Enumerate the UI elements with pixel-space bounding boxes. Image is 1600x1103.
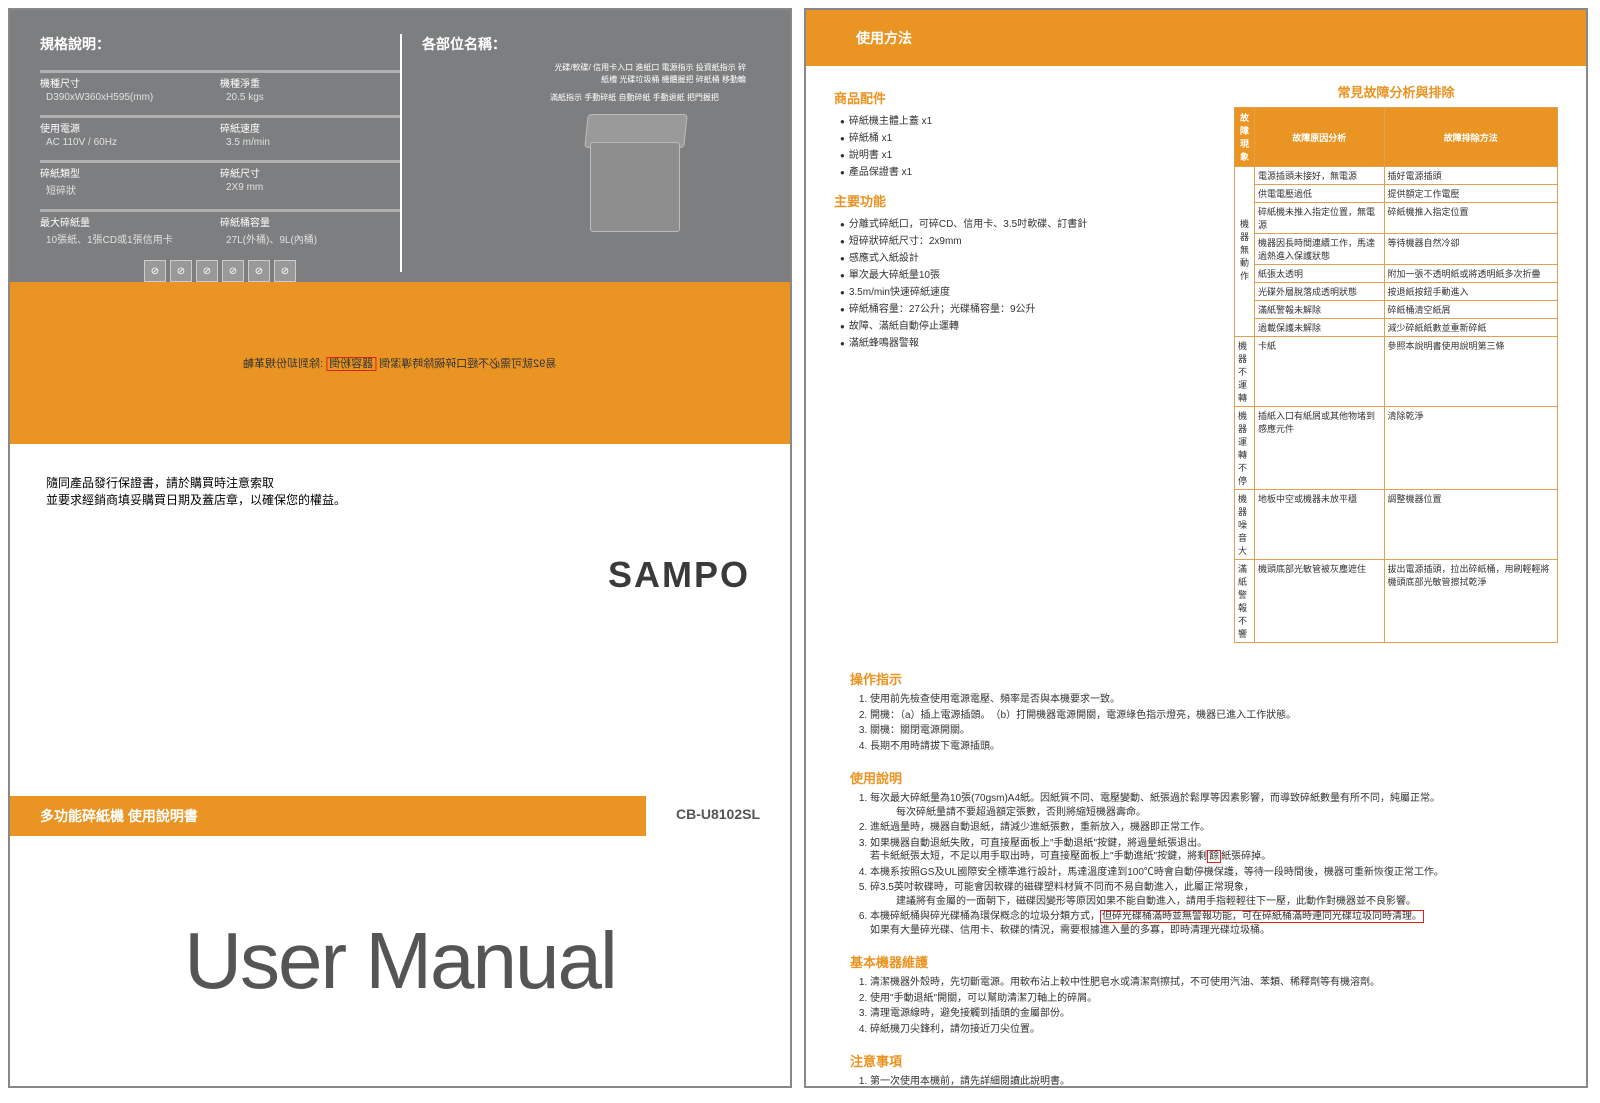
prohibit-icon: ⊘ [248,260,270,282]
cover-title-block: User Manual [10,836,790,1086]
usage-item: 每次最大碎紙量為10張(70gsm)A4紙。因紙質不同、電壓變動、紙張過於鬆厚等… [870,791,1558,820]
brand-logo: SAMPO [608,554,750,596]
model-number: CB-U8102SL [646,796,790,836]
list-item: 開機：（a）插上電源插頭。 （b）打開機器電源開關，電源綠色指示燈亮，機器已進入… [870,708,1558,724]
prohibit-icon: ⊘ [170,260,192,282]
usage-list: 每次最大碎紙量為10張(70gsm)A4紙。因紙質不同、電壓變動、紙張過於鬆厚等… [856,791,1558,938]
spec-header: 規格說明： [40,34,400,54]
list-item: 碎紙機主體上蓋 x1 [840,111,1214,128]
prohibit-icon: ⊘ [274,260,296,282]
usage-highlight-1: 餘 [1207,850,1221,863]
operation-list: 使用前先檢查使用電源電壓、頻率是否與本機要求一致。開機：（a）插上電源插頭。 （… [856,692,1558,754]
list-item: 滿紙蜂鳴器警報 [840,333,1214,350]
usage-header-bar: 使用方法 [806,10,1586,66]
caution-heading: 注意事項 [850,1051,1558,1070]
usage-item: 如果機器自動退紙失敗，可直接壓面板上"手動退紙"按鍵，將過量紙張退出。若卡紙紙張… [870,836,1558,865]
accessories-heading: 商品配件 [834,88,1214,107]
features-heading: 主要功能 [834,191,1214,210]
manual-page-right: 使用方法 商品配件 碎紙機主體上蓋 x1碎紙桶 x1說明書 x1產品保證書 x1… [804,8,1588,1088]
accessories-list: 碎紙機主體上蓋 x1碎紙桶 x1說明書 x1產品保證書 x1 [834,111,1214,179]
list-item: 關機：關閉電源開關。 [870,723,1558,739]
mirrored-suffix: :除到却份規革軸 [243,358,326,370]
list-item: 單次最大碎紙量10張 [840,265,1214,282]
usage-header: 使用方法 [856,30,912,46]
list-item: 短碎狀碎紙尺寸：2x9mm [840,231,1214,248]
diagram-right-labels: 光碟/軟碟/ 信用卡入口 進紙口 電源指示 投資紙指示 碎紙槽 光碟垃圾桶 機體… [550,62,746,86]
diagram-left-labels: 滿紙指示 手動碎紙 自動碎紙 手動退紙 把門握把 [550,92,719,104]
list-item: 碎紙桶容量：27公升；光碟桶容量：9公升 [840,299,1214,316]
title-strip: 多功能碎紙機 使用說明書 CB-U8102SL [10,796,790,836]
list-item: 產品保證書 x1 [840,162,1214,179]
operation-heading: 操作指示 [850,669,1558,688]
warranty-note-1: 隨同產品發行保證書，請於購買時注意索取 [46,474,754,491]
warranty-note-2: 並要求經銷商填妥購買日期及蓋店章，以確保您的權益。 [46,491,754,508]
caution-list: 第一次使用本機前，請先詳細閱讀此說明書。切勿自行拆開機器進行維修，以防電擊和其他… [856,1074,1558,1088]
shredder-diagram: 滿紙指示 手動碎紙 自動碎紙 手動退紙 把門握把 光碟/軟碟/ 信用卡入口 進紙… [550,62,750,242]
maintenance-list: 清潔機器外殼時，先切斷電源。用軟布沾上較中性肥皂水或清潔劑擦拭，不可使用汽油、苯… [856,975,1558,1037]
prohibit-icon: ⊘ [222,260,244,282]
user-manual-text: User Manual [184,915,616,1007]
usage-item: 本機碎紙桶與碎光碟桶為環保概念的垃圾分類方式，但碎光碟桶滿時並無警報功能，可在碎… [870,909,1558,938]
usage-item: 進紙過量時，機器自動退紙，請減少進紙張數，重新放入，機器即正常工作。 [870,820,1558,836]
orange-strip: 易92就可需必不經口碎碗除時導潔倒 器容粉倒 :除到却份規革軸 [10,282,790,444]
parts-header: 各部位名稱： [422,34,760,54]
prohibit-icons: ⊘ ⊘ ⊘ ⊘ ⊘ ⊘ [40,260,400,282]
list-item: 3.5m/min快速碎紙速度 [840,282,1214,299]
usage-heading: 使用說明 [850,768,1558,787]
warranty-note-block: 隨同產品發行保證書，請於購買時注意索取 並要求經銷商填妥購買日期及蓋店章，以確保… [10,444,790,796]
list-item: 碎紙桶 x1 [840,128,1214,145]
fault-table: 故障現象故障原因分析故障排除方法機器無動作電源插頭未接好，無電源插好電源插頭供電… [1234,107,1558,643]
maintenance-heading: 基本機器維護 [850,952,1558,971]
mirrored-highlight: 器容粉倒 [326,357,376,371]
list-item: 說明書 x1 [840,145,1214,162]
fault-heading: 常見故障分析與排除 [1234,82,1558,101]
list-item: 分離式碎紙口，可碎CD、信用卡、3.5吋軟碟、訂書針 [840,214,1214,231]
prohibit-icon: ⊘ [196,260,218,282]
mirrored-text: 易92就可需必不經口碎碗除時導潔倒 器容粉倒 :除到却份規革軸 [243,355,556,371]
list-item: 長期不用時請拔下電源插頭。 [870,739,1558,755]
mirrored-prefix: 易92就可需必不經口碎碗除時導潔倒 [376,358,556,370]
list-item: 清理電源線時，避免接觸到插頭的金屬部份。 [870,1006,1558,1022]
list-item: 清潔機器外殼時，先切斷電源。用軟布沾上較中性肥皂水或清潔劑擦拭，不可使用汽油、苯… [870,975,1558,991]
usage-item: 本機系按照GS及UL國際安全標準進行設計，馬達溫度達到100℃時會自動停機保護，… [870,865,1558,881]
manual-title: 多功能碎紙機 使用說明書 [10,796,646,836]
list-item: 使用前先檢查使用電源電壓、頻率是否與本機要求一致。 [870,692,1558,708]
usage-highlight-2: 但碎光碟桶滿時並無警報功能，可在碎紙桶滿時連同光碟垃圾同時清理。 [1100,910,1424,923]
spec-panel: 規格說明： 機種尺寸D390xW360xH595(mm)機種淨重20.5 kgs… [10,10,790,282]
list-item: 使用"手動退紙"開關，可以幫助清潔刀軸上的碎屑。 [870,991,1558,1007]
usage-item: 碎3.5英吋軟碟時，可能會因軟碟的磁碟塑料材質不同而不易自動進入，此屬正常現象，… [870,880,1558,909]
prohibit-icon: ⊘ [144,260,166,282]
features-list: 分離式碎紙口，可碎CD、信用卡、3.5吋軟碟、訂書針短碎狀碎紙尺寸：2x9mm感… [834,214,1214,350]
list-item: 碎紙機刀尖鋒利，請勿接近刀尖位置。 [870,1022,1558,1038]
list-item: 第一次使用本機前，請先詳細閱讀此說明書。 [870,1074,1558,1088]
list-item: 感應式入紙設計 [840,248,1214,265]
list-item: 故障、滿紙自動停止運轉 [840,316,1214,333]
manual-page-left: 規格說明： 機種尺寸D390xW360xH595(mm)機種淨重20.5 kgs… [8,8,792,1088]
